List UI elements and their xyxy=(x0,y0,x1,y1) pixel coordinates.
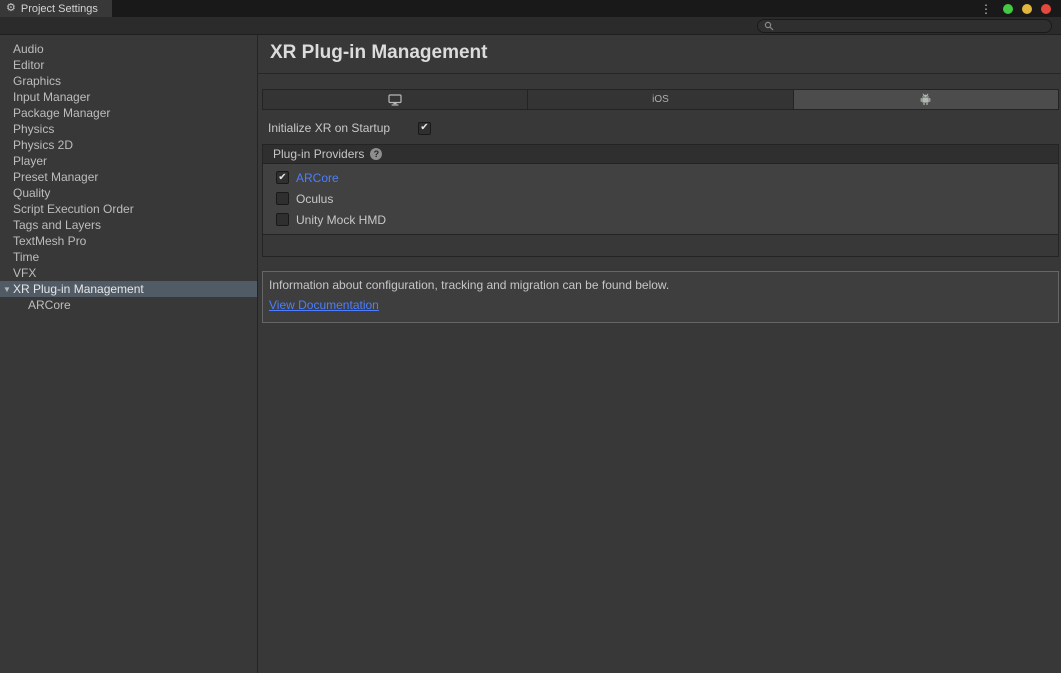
plugin-providers-section: Plug-in Providers ? ARCore Oculus Unity … xyxy=(262,144,1059,257)
sidebar-item-xr-plugin-management[interactable]: ▼XR Plug-in Management xyxy=(0,281,257,297)
plugin-providers-list: ARCore Oculus Unity Mock HMD xyxy=(263,164,1058,235)
info-text: Information about configuration, trackin… xyxy=(269,278,1048,292)
window-tab-project-settings[interactable]: ⚙ Project Settings xyxy=(0,0,112,17)
provider-row-arcore: ARCore xyxy=(263,167,1058,188)
view-documentation-link[interactable]: View Documentation xyxy=(269,298,379,312)
search-box[interactable] xyxy=(757,19,1052,33)
unity-mock-hmd-label: Unity Mock HMD xyxy=(296,213,386,227)
window-tab-title: Project Settings xyxy=(21,3,98,15)
android-icon xyxy=(919,93,932,106)
provider-row-oculus: Oculus xyxy=(263,188,1058,209)
sidebar-item-quality[interactable]: Quality xyxy=(0,185,257,201)
sidebar-item-physics[interactable]: Physics xyxy=(0,121,257,137)
initialize-xr-checkbox[interactable] xyxy=(418,122,431,135)
sidebar-item-graphics[interactable]: Graphics xyxy=(0,73,257,89)
tab-android[interactable] xyxy=(794,90,1058,109)
unity-mock-hmd-checkbox[interactable] xyxy=(276,213,289,226)
oculus-label: Oculus xyxy=(296,192,333,206)
oculus-checkbox[interactable] xyxy=(276,192,289,205)
platform-tab-bar: iOS xyxy=(262,89,1059,110)
info-box: Information about configuration, trackin… xyxy=(262,271,1059,323)
sidebar-item-vfx[interactable]: VFX xyxy=(0,265,257,281)
plugin-providers-title: Plug-in Providers xyxy=(273,147,364,161)
sidebar-item-textmesh-pro[interactable]: TextMesh Pro xyxy=(0,233,257,249)
sidebar-item-player[interactable]: Player xyxy=(0,153,257,169)
tab-desktop[interactable] xyxy=(263,90,528,109)
toolbar xyxy=(0,17,1061,35)
arcore-label: ARCore xyxy=(296,171,339,185)
project-settings-window: ⚙ Project Settings ⋮ Audio Editor Graphi… xyxy=(0,0,1061,673)
title-separator xyxy=(258,73,1061,74)
tab-ios-label: iOS xyxy=(652,94,669,105)
magnifier-icon xyxy=(764,21,774,31)
tab-ios[interactable]: iOS xyxy=(528,90,793,109)
sidebar-item-audio[interactable]: Audio xyxy=(0,41,257,57)
search-input[interactable] xyxy=(778,20,1045,31)
titlebar-spacer xyxy=(112,0,980,17)
sidebar-item-editor[interactable]: Editor xyxy=(0,57,257,73)
sidebar-item-input-manager[interactable]: Input Manager xyxy=(0,89,257,105)
window-control-red[interactable] xyxy=(1041,4,1051,14)
main-panel: XR Plug-in Management iOS xyxy=(258,35,1061,673)
gear-icon: ⚙ xyxy=(6,3,16,14)
page-title: XR Plug-in Management xyxy=(258,35,1061,73)
titlebar: ⚙ Project Settings ⋮ xyxy=(0,0,1061,17)
sidebar-item-script-execution-order[interactable]: Script Execution Order xyxy=(0,201,257,217)
initialize-xr-row: Initialize XR on Startup xyxy=(268,121,1061,135)
provider-row-unity-mock-hmd: Unity Mock HMD xyxy=(263,209,1058,230)
foldout-arrow-icon[interactable]: ▼ xyxy=(1,282,13,298)
kebab-menu-icon[interactable]: ⋮ xyxy=(980,3,992,15)
content: Audio Editor Graphics Input Manager Pack… xyxy=(0,35,1061,673)
window-control-yellow[interactable] xyxy=(1022,4,1032,14)
plugin-providers-header: Plug-in Providers ? xyxy=(263,145,1058,164)
sidebar-item-time[interactable]: Time xyxy=(0,249,257,265)
window-control-green[interactable] xyxy=(1003,4,1013,14)
sidebar-item-tags-and-layers[interactable]: Tags and Layers xyxy=(0,217,257,233)
monitor-icon xyxy=(388,94,402,106)
sidebar-item-physics-2d[interactable]: Physics 2D xyxy=(0,137,257,153)
window-controls: ⋮ xyxy=(980,0,1061,17)
settings-sidebar: Audio Editor Graphics Input Manager Pack… xyxy=(0,35,258,673)
sidebar-item-label: XR Plug-in Management xyxy=(13,282,144,296)
sidebar-item-arcore[interactable]: ARCore xyxy=(0,297,257,313)
sidebar-item-preset-manager[interactable]: Preset Manager xyxy=(0,169,257,185)
plugin-providers-footer xyxy=(263,235,1058,256)
initialize-xr-label: Initialize XR on Startup xyxy=(268,121,418,135)
arcore-checkbox[interactable] xyxy=(276,171,289,184)
sidebar-item-package-manager[interactable]: Package Manager xyxy=(0,105,257,121)
help-icon[interactable]: ? xyxy=(370,148,382,160)
